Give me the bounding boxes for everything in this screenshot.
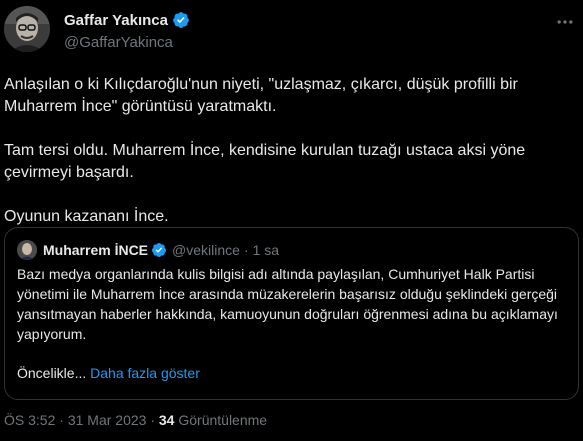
show-more-link[interactable]: Daha fazla göster: [90, 365, 200, 381]
quoted-tweet-teaser: Öncelikle... Daha fazla göster: [17, 363, 200, 383]
tweet-time[interactable]: ÖS 3:52: [4, 412, 55, 428]
separator-dot: ·: [243, 242, 249, 258]
views-label: Görüntülenme: [178, 412, 268, 428]
quoted-timestamp: 1 sa: [252, 242, 280, 258]
tweet: Gaffar Yakınca @GaffarYakinca Anlaşılan …: [0, 0, 583, 441]
tweet-paragraph: Tam tersi oldu. Muharrem İnce, kendisine…: [4, 142, 526, 181]
separator-dot: ·: [59, 412, 64, 428]
quoted-tweet-text: Bazı medya organlarında kulis bilgisi ad…: [17, 266, 558, 342]
author-avatar[interactable]: [4, 6, 50, 52]
quoted-author-name: Muharrem İNCE: [43, 242, 149, 258]
tweet-text: Anlaşılan o ki Kılıçdaroğlu'nun niyeti, …: [4, 74, 579, 250]
author-name[interactable]: Gaffar Yakınca: [64, 12, 168, 29]
author-handle[interactable]: @GaffarYakinca: [64, 34, 173, 51]
tweet-meta: ÖS 3:52 · 31 Mar 2023 · 34 Görüntülenme: [4, 412, 267, 428]
verified-badge-icon: [152, 243, 167, 257]
quoted-tweet-header: Muharrem İNCE @vekilince · 1 sa: [17, 240, 279, 260]
quoted-tweet-card[interactable]: Muharrem İNCE @vekilince · 1 sa Bazı med…: [4, 227, 579, 400]
ellipsis-icon: [557, 20, 573, 24]
profile-photo-icon: [4, 6, 50, 52]
tweet-date[interactable]: 31 Mar 2023: [68, 412, 147, 428]
quoted-profile-photo-icon: [17, 240, 37, 260]
quoted-author-handle: @vekilince: [172, 242, 240, 258]
separator-dot: ·: [150, 412, 155, 428]
author-name-row: Gaffar Yakınca: [64, 11, 190, 29]
views-count: 34: [158, 412, 175, 428]
verified-badge-icon: [173, 12, 189, 28]
quoted-author-avatar: [17, 240, 37, 260]
tweet-paragraph: Anlaşılan o ki Kılıçdaroğlu'nun niyeti, …: [4, 76, 518, 115]
quoted-teaser-text: Öncelikle...: [17, 365, 87, 381]
more-options-button[interactable]: [553, 12, 577, 32]
tweet-paragraph: Oyunun kazananı İnce.: [4, 208, 169, 225]
